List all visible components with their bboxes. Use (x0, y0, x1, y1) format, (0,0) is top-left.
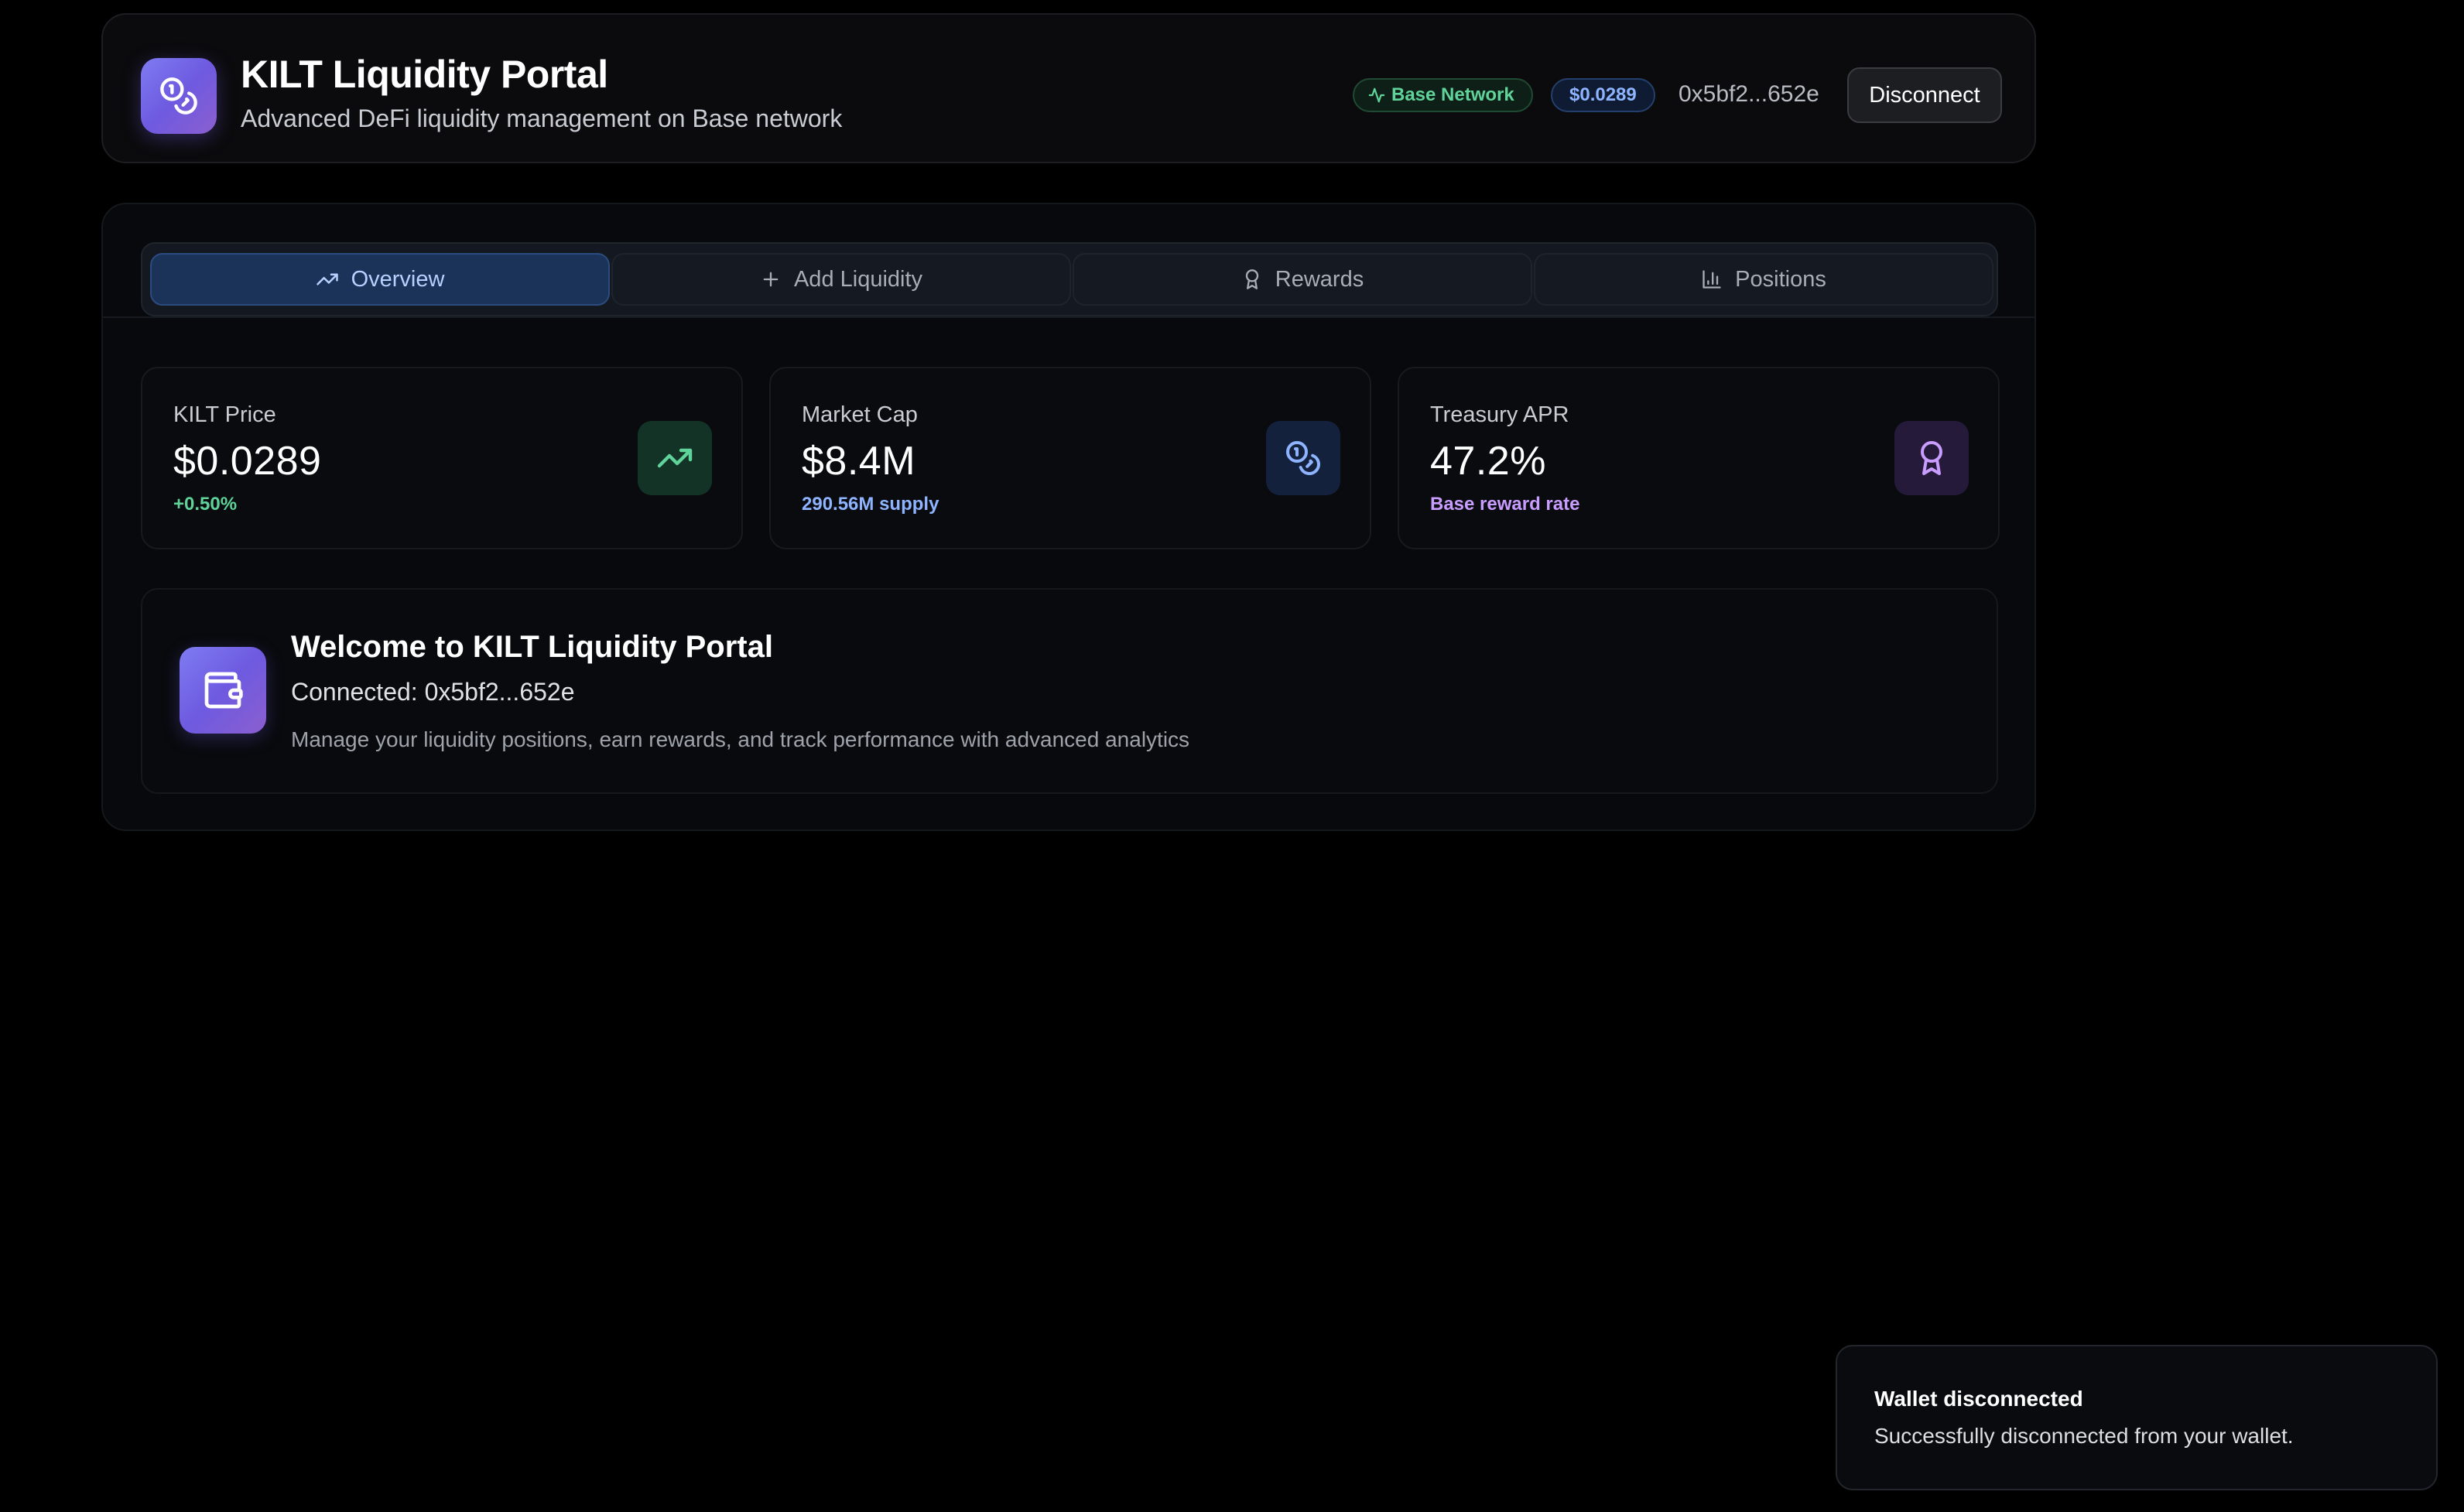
tab-label: Add Liquidity (793, 266, 923, 292)
award-icon (1894, 421, 1969, 495)
stat-supply: 290.56M supply (802, 494, 939, 515)
plus-icon (760, 269, 782, 290)
stat-card-market-cap: Market Cap $8.4M 290.56M supply (769, 367, 1371, 549)
stat-change: +0.50% (173, 494, 238, 515)
stat-value: $0.0289 (173, 439, 322, 484)
stat-card-treasury-apr: Treasury APR 47.2% Base reward rate (1398, 367, 2000, 549)
award-icon (1241, 269, 1263, 290)
disconnect-button[interactable]: Disconnect (1847, 67, 2002, 123)
divider (103, 316, 2035, 318)
stat-label: Market Cap (802, 402, 918, 427)
tab-add-liquidity[interactable]: Add Liquidity (611, 253, 1071, 306)
trending-up-icon (316, 268, 339, 291)
app-root: KILT Liquidity Portal Advanced DeFi liqu… (0, 0, 2464, 1512)
app-subtitle: Advanced DeFi liquidity management on Ba… (241, 104, 843, 132)
tab-label: Rewards (1275, 266, 1364, 292)
network-badge-label: Base Network (1391, 84, 1514, 105)
tab-label: Overview (351, 266, 445, 292)
stat-label: KILT Price (173, 402, 276, 427)
app-title: KILT Liquidity Portal (241, 53, 608, 96)
connected-address: Connected: 0x5bf2...652e (291, 678, 575, 706)
stat-label: Treasury APR (1430, 402, 1569, 427)
welcome-title: Welcome to KILT Liquidity Portal (291, 630, 773, 664)
stat-card-kilt-price: KILT Price $0.0289 +0.50% (141, 367, 743, 549)
welcome-description: Manage your liquidity positions, earn re… (291, 727, 1190, 751)
price-badge: $0.0289 (1551, 78, 1655, 112)
wallet-icon (180, 647, 266, 734)
main-panel: Overview Add Liquidity Rewards Positions… (101, 203, 2036, 831)
bar-chart-icon (1701, 269, 1723, 290)
tab-label: Positions (1735, 266, 1826, 292)
coins-icon (141, 58, 217, 134)
coins-icon (1266, 421, 1340, 495)
app-header: KILT Liquidity Portal Advanced DeFi liqu… (101, 13, 2036, 163)
tab-overview[interactable]: Overview (150, 253, 610, 306)
stat-reward-rate: Base reward rate (1430, 494, 1580, 515)
welcome-card: Welcome to KILT Liquidity Portal Connect… (141, 588, 1998, 794)
tab-rewards[interactable]: Rewards (1073, 253, 1532, 306)
network-badge: Base Network (1353, 78, 1533, 112)
tab-bar: Overview Add Liquidity Rewards Positions (141, 242, 1998, 316)
toast-notification[interactable]: Wallet disconnected Successfully disconn… (1836, 1345, 2438, 1490)
activity-icon (1368, 87, 1385, 104)
stat-value: $8.4M (802, 439, 916, 484)
toast-message: Successfully disconnected from your wall… (1874, 1424, 2294, 1448)
toast-title: Wallet disconnected (1874, 1387, 2083, 1411)
stat-value: 47.2% (1430, 439, 1546, 484)
tab-positions[interactable]: Positions (1534, 253, 1993, 306)
wallet-address: 0x5bf2...652e (1679, 81, 1819, 107)
trending-up-icon (638, 421, 712, 495)
